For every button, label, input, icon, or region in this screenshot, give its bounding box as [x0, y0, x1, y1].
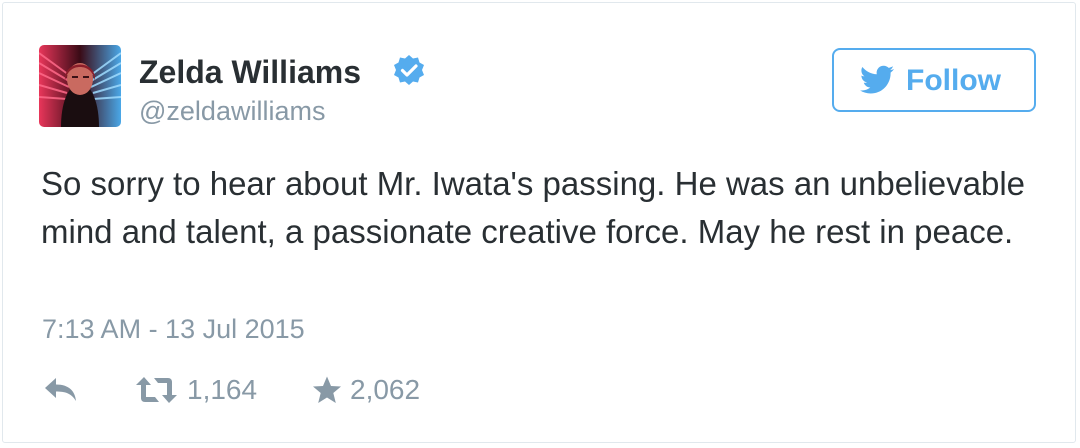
tweet-text: So sorry to hear about Mr. Iwata's passi…: [41, 165, 1026, 250]
favorite-button[interactable]: 2,062: [312, 372, 420, 408]
tweet-timestamp[interactable]: 7:13 AM - 13 Jul 2015: [42, 312, 305, 346]
star-icon: [313, 376, 341, 403]
favorite-count: 2,062: [350, 374, 421, 405]
verified-badge-icon: [392, 54, 426, 88]
retweet-count: 1,164: [187, 374, 258, 405]
reply-icon: [45, 378, 76, 401]
retweet-icon: [136, 377, 177, 403]
retweet-button[interactable]: 1,164: [135, 372, 257, 408]
reply-button[interactable]: [43, 372, 79, 408]
author-handle[interactable]: @zeldawilliams: [139, 94, 325, 128]
avatar[interactable]: [39, 45, 121, 127]
author-name[interactable]: Zelda Williams: [139, 52, 361, 92]
follow-button-label: Follow: [906, 64, 1001, 97]
twitter-bird-icon: [860, 65, 894, 94]
follow-button[interactable]: Follow: [832, 48, 1036, 112]
